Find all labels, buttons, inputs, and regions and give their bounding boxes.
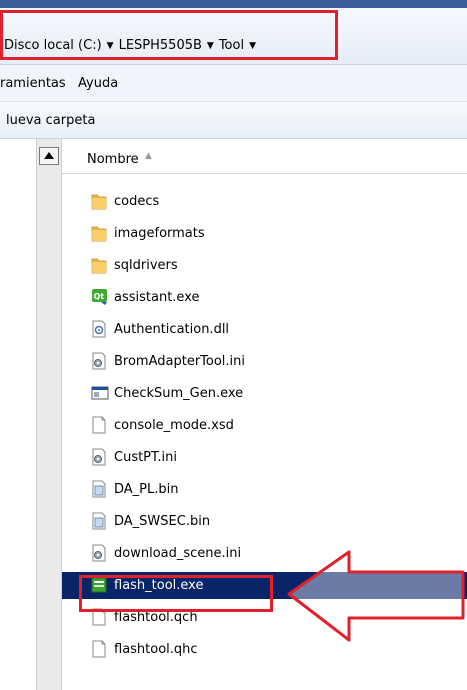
- folder-icon: [91, 224, 107, 242]
- file-row[interactable]: DA_SWSEC.bin: [62, 508, 467, 535]
- navigation-pane[interactable]: [0, 139, 36, 690]
- file-name: CustPT.ini: [114, 450, 178, 465]
- file-name: DA_PL.bin: [114, 482, 179, 497]
- file-row[interactable]: Authentication.dll: [62, 316, 467, 343]
- ini-icon: [91, 544, 107, 562]
- file-row[interactable]: imageformats: [62, 220, 467, 247]
- blank-file-icon: [91, 640, 107, 658]
- file-name: flashtool.qch: [114, 610, 198, 625]
- file-name: DA_SWSEC.bin: [114, 514, 211, 529]
- svg-text:Qt: Qt: [94, 292, 105, 301]
- qt-app-icon: Qt: [91, 288, 107, 306]
- bin-icon: [91, 480, 107, 498]
- file-name: console_mode.xsd: [114, 418, 234, 433]
- file-name: flashtool.qhc: [114, 642, 198, 657]
- file-row[interactable]: Qt assistant.exe: [62, 284, 467, 311]
- file-name: Authentication.dll: [114, 322, 230, 337]
- file-name: CheckSum_Gen.exe: [114, 386, 244, 401]
- file-row[interactable]: CustPT.ini: [62, 444, 467, 471]
- exe-window-icon: [91, 384, 109, 402]
- red-arrow-callout: [287, 550, 465, 642]
- window-top-strip: [0, 0, 467, 8]
- command-bar: lueva carpeta: [0, 102, 467, 139]
- menu-bar: ramientas Ayuda: [0, 65, 467, 102]
- column-header-label: Nombre: [87, 152, 139, 167]
- blank-file-icon: [91, 416, 107, 434]
- file-name: sqldrivers: [114, 258, 178, 273]
- file-name: BromAdapterTool.ini: [114, 354, 246, 369]
- column-header-name[interactable]: Nombre ▲: [62, 147, 467, 174]
- file-row[interactable]: CheckSum_Gen.exe: [62, 380, 467, 407]
- sort-ascending-icon: ▲: [145, 151, 152, 161]
- dll-icon: [91, 320, 107, 338]
- file-row[interactable]: sqldrivers: [62, 252, 467, 279]
- folder-icon: [91, 192, 107, 210]
- folder-icon: [91, 256, 107, 274]
- file-row[interactable]: DA_PL.bin: [62, 476, 467, 503]
- menu-item-ayuda[interactable]: Ayuda: [78, 76, 118, 91]
- ini-icon: [91, 448, 107, 466]
- address-highlight-box: [0, 10, 338, 60]
- file-row[interactable]: console_mode.xsd: [62, 412, 467, 439]
- bin-icon: [91, 512, 107, 530]
- file-highlight-box: [79, 575, 273, 612]
- menu-item-herramientas[interactable]: ramientas: [0, 76, 66, 91]
- file-name: codecs: [114, 194, 160, 209]
- ini-icon: [91, 352, 107, 370]
- file-name: imageformats: [114, 226, 205, 241]
- file-name: download_scene.ini: [114, 546, 242, 561]
- file-row[interactable]: BromAdapterTool.ini: [62, 348, 467, 375]
- scrollbar[interactable]: [36, 139, 62, 690]
- file-name: assistant.exe: [114, 290, 200, 305]
- scroll-up-arrow-icon[interactable]: [39, 147, 59, 165]
- new-folder-button[interactable]: lueva carpeta: [6, 113, 95, 128]
- file-row[interactable]: codecs: [62, 188, 467, 215]
